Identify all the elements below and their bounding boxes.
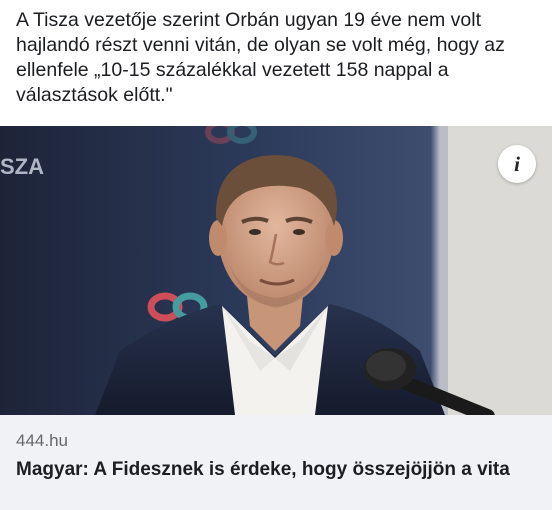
link-domain: 444.hu: [16, 431, 68, 450]
link-title[interactable]: Magyar: A Fidesznek is érdeke, hogy össz…: [16, 457, 536, 482]
backdrop-sign-text: SZA: [0, 154, 44, 179]
info-glyph: i: [514, 151, 520, 176]
post-text: A Tisza vezetője szerint Orbán ugyan 19 …: [16, 9, 505, 106]
speaker-photo: SZA: [0, 126, 552, 415]
info-icon[interactable]: i: [498, 145, 536, 183]
link-preview-image[interactable]: SZA i: [0, 126, 552, 415]
link-preview-card[interactable]: 444.hu Magyar: A Fidesznek is érdeke, ho…: [0, 415, 552, 510]
